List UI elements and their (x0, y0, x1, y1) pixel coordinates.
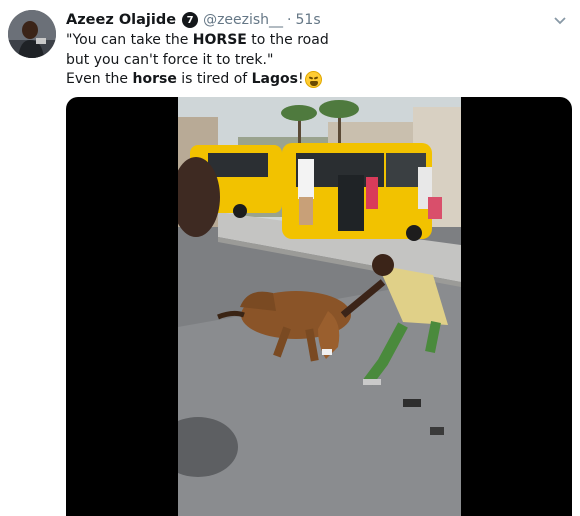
separator: · (287, 12, 292, 28)
text-segment: but you can't force it to trek." (66, 51, 274, 68)
text-segment-bold: horse (132, 71, 177, 87)
text-segment: is tired of (176, 71, 252, 87)
chevron-down-icon[interactable] (552, 12, 568, 28)
tweet-text-line-1: "You can take the HORSE to the road (66, 31, 566, 51)
text-segment: ! (297, 71, 304, 87)
text-segment-bold: Lagos (251, 71, 298, 87)
author-name[interactable]: Azeez Olajide (66, 12, 176, 28)
verified-badge-icon: 7 (182, 12, 199, 28)
text-segment: Even the (66, 71, 133, 87)
tweet-header: Azeez Olajide 7 @zeezish__ · 51s (66, 10, 321, 30)
weary-face-emoji-icon (304, 71, 322, 89)
video-player[interactable] (66, 97, 572, 516)
timestamp[interactable]: 51s (296, 12, 321, 28)
text-segment: to the road (246, 32, 329, 48)
author-handle[interactable]: @zeezish__ (203, 12, 283, 28)
tweet-text-line-2: but you can't force it to trek." (66, 51, 566, 71)
tweet-text-line-3: Even the horse is tired of Lagos! (66, 70, 566, 90)
tweet-text: "You can take the HORSE to the road but … (66, 31, 566, 90)
video-frame[interactable] (178, 97, 461, 516)
avatar[interactable] (8, 10, 56, 58)
text-segment: "You can take the (66, 32, 193, 48)
text-segment-bold: HORSE (192, 32, 247, 48)
